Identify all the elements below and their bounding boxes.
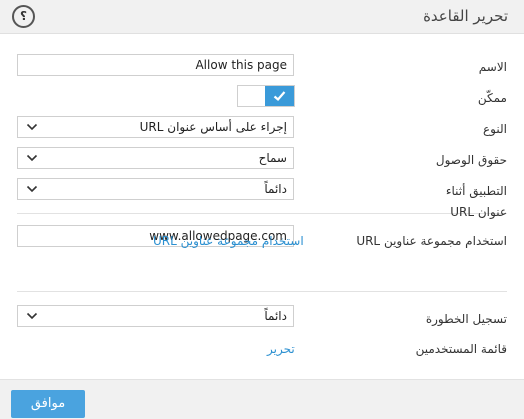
- enabled-label: ممكّن: [477, 91, 507, 105]
- access-select[interactable]: سماح: [17, 147, 294, 169]
- name-label: الاسم: [478, 60, 507, 74]
- dialog-header: تحرير القاعدة ؟: [0, 0, 524, 34]
- divider: [17, 213, 507, 214]
- type-select[interactable]: إجراء على أساس عنوان URL: [17, 116, 294, 138]
- divider: [17, 291, 507, 292]
- url-group-link[interactable]: استخدام مجموعة عناوين URL: [153, 234, 304, 248]
- checkmark-icon: [273, 91, 286, 102]
- toggle-on-state: [265, 86, 294, 106]
- chevron-down-icon: [26, 154, 38, 162]
- access-label: حقوق الوصول: [435, 153, 507, 167]
- users-label: قائمة المستخدمين: [415, 342, 507, 356]
- chevron-down-icon: [26, 312, 38, 320]
- url-group-label: استخدام مجموعة عناوين URL: [356, 234, 507, 248]
- help-icon[interactable]: ؟: [12, 5, 35, 28]
- type-value: إجراء على أساس عنوان URL: [139, 120, 287, 134]
- type-label: النوع: [483, 122, 507, 136]
- name-field[interactable]: Allow this page: [17, 54, 294, 76]
- url-label: عنوان URL: [450, 205, 507, 219]
- apply-label: التطبيق أثناء: [445, 184, 507, 198]
- severity-value: دائماً: [264, 309, 287, 323]
- apply-value: دائماً: [264, 182, 287, 196]
- ok-button[interactable]: موافق: [11, 390, 85, 418]
- apply-select[interactable]: دائماً: [17, 178, 294, 200]
- users-edit-link[interactable]: تحرير: [267, 342, 295, 356]
- name-value: Allow this page: [195, 58, 287, 72]
- dialog-footer: موافق: [0, 379, 524, 419]
- chevron-down-icon: [26, 123, 38, 131]
- enabled-toggle[interactable]: [237, 85, 295, 107]
- chevron-down-icon: [26, 185, 38, 193]
- severity-select[interactable]: دائماً: [17, 305, 294, 327]
- severity-label: تسجيل الخطورة: [425, 312, 507, 326]
- dialog-title: تحرير القاعدة: [423, 7, 508, 25]
- access-value: سماح: [258, 151, 287, 165]
